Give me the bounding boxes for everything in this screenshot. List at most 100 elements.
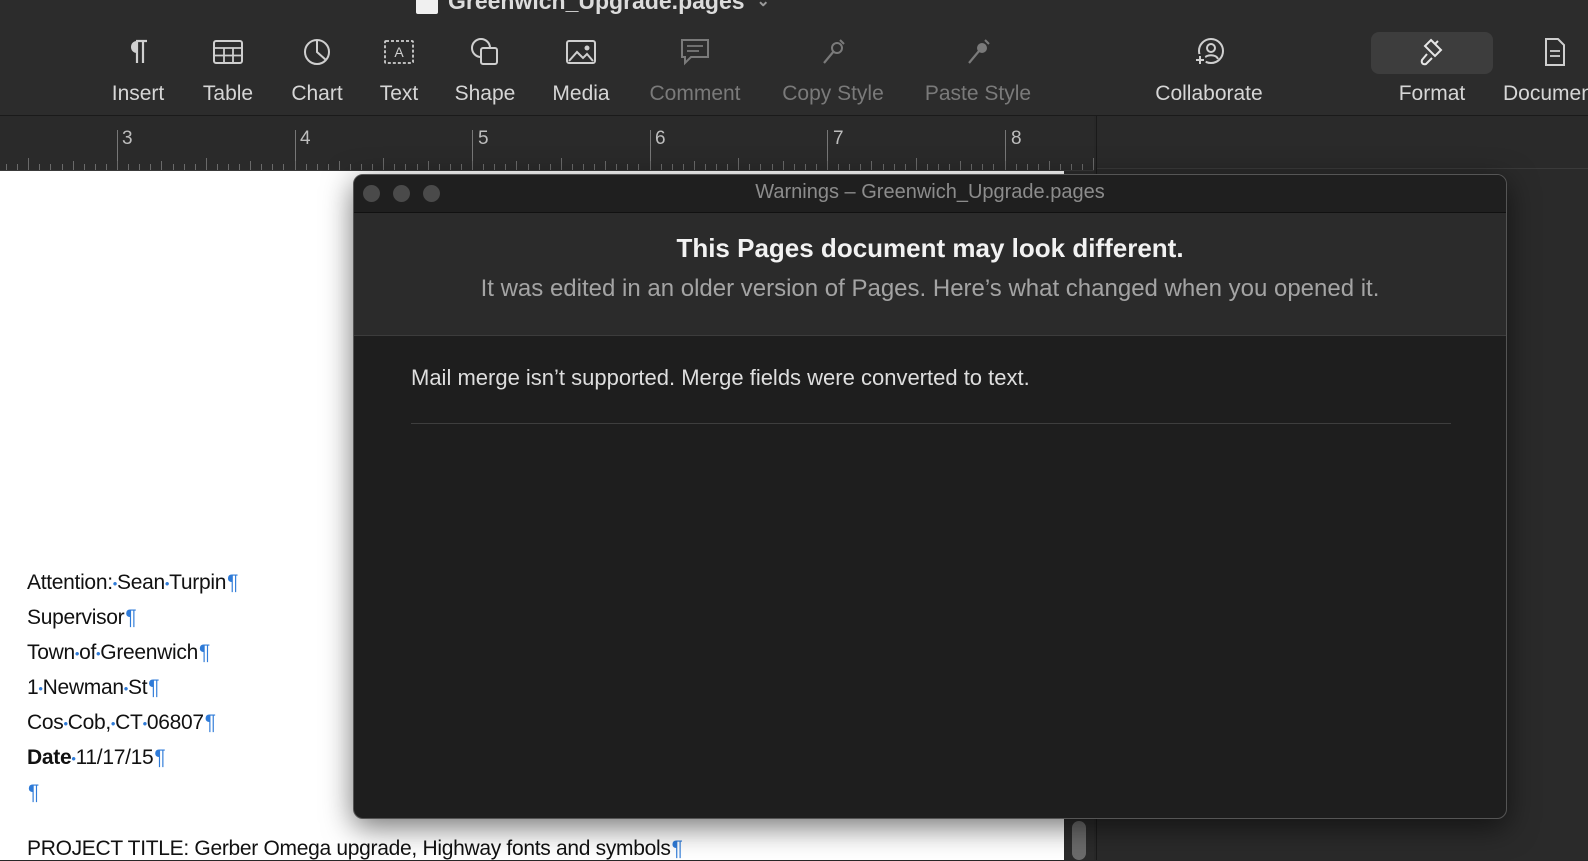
photo-icon (565, 30, 597, 74)
ruler-tick (6, 164, 8, 170)
ruler-tick (205, 158, 207, 170)
ruler-tick (693, 161, 695, 170)
ruler-tick (749, 164, 751, 170)
ruler-tick (993, 164, 995, 170)
ruler-tick (505, 164, 507, 170)
ruler-tick (372, 164, 374, 170)
ruler-tick (1015, 164, 1017, 170)
ruler-tick (1060, 164, 1061, 170)
paintbrush-icon (1417, 30, 1447, 74)
ruler-tick (771, 164, 773, 170)
ruler-tick (605, 161, 607, 170)
ruler-tick (926, 164, 928, 170)
organization-line[interactable]: Town•of•Greenwich¶ (27, 641, 210, 665)
document-title[interactable]: Greenwich_Upgrade.pages ⌄ (416, 0, 770, 16)
ruler-tick (960, 161, 962, 170)
chart-icon (302, 30, 332, 74)
paste-style-button[interactable]: Paste Style (916, 30, 1040, 114)
city-line[interactable]: Cos•Cob,•CT•06807¶ (27, 711, 216, 735)
ruler-tick (61, 164, 63, 170)
ruler-tick (50, 164, 52, 170)
ruler-tick (17, 164, 19, 170)
ruler-tick (394, 164, 396, 170)
ruler-tick (1093, 158, 1094, 170)
ruler-tick (538, 164, 540, 170)
ruler-tick (283, 164, 285, 170)
ruler-tick (871, 161, 873, 170)
scrollbar-thumb[interactable] (1072, 821, 1086, 860)
ruler-tick (350, 164, 351, 170)
format-button[interactable]: Format (1371, 30, 1493, 114)
ruler-tick (383, 158, 385, 170)
collaborate-button[interactable]: Collaborate (1146, 30, 1272, 114)
chevron-down-icon[interactable]: ⌄ (757, 0, 770, 11)
ruler-tick (937, 164, 939, 170)
ruler-tick (1082, 164, 1084, 170)
ruler-tick (705, 164, 706, 170)
chart-button[interactable]: Chart (282, 30, 352, 114)
ruler-tick (682, 164, 684, 170)
pilcrow-mark: ¶ (148, 676, 160, 699)
warnings-list: Mail merge isn’t supported. Merge fields… (411, 365, 1451, 424)
ruler-tick (72, 161, 74, 170)
project-title-line[interactable]: PROJECT TITLE: Gerber Omega upgrade, Hig… (27, 837, 683, 861)
ruler-tick (815, 164, 817, 170)
ruler-tick (616, 164, 618, 170)
attention-line[interactable]: Attention:•Sean•Turpin¶ (27, 571, 238, 595)
pilcrow-mark: ¶ (227, 571, 239, 594)
horizontal-ruler[interactable]: 3 4 5 6 7 8 (0, 116, 1094, 171)
pilcrow-mark: ¶ (204, 711, 216, 734)
ruler-tick (1071, 164, 1073, 170)
ruler-tick (28, 158, 30, 170)
ruler-tick (627, 164, 629, 170)
ruler-tick (638, 164, 640, 170)
ruler-tick (250, 161, 252, 170)
document-button[interactable]: Document (1500, 30, 1588, 114)
ruler-tick (39, 164, 41, 170)
ruler-tick (527, 164, 529, 170)
address-line[interactable]: 1•Newman•St¶ (27, 676, 160, 700)
warnings-header: This Pages document may look different. … (354, 213, 1506, 336)
document-title-text: Greenwich_Upgrade.pages (448, 0, 745, 14)
comment-button[interactable]: Comment (640, 30, 750, 114)
ruler-tick (838, 164, 840, 170)
insert-button[interactable]: Insert (103, 30, 173, 114)
ruler-tick (161, 161, 163, 170)
table-button[interactable]: Table (193, 30, 263, 114)
media-button[interactable]: Media (546, 30, 616, 114)
pilcrow-icon (125, 30, 151, 74)
paste-style-icon (963, 30, 993, 74)
ruler-tick (105, 164, 107, 170)
text-button[interactable]: A Text (368, 30, 430, 114)
date-line[interactable]: Date•11/17/15¶ (27, 746, 166, 770)
ruler-tick (294, 161, 296, 170)
ruler-tick (405, 164, 407, 170)
ruler-tick (438, 164, 440, 170)
ruler-tick (139, 164, 141, 170)
ruler-tick (782, 161, 784, 170)
ruler-tick (827, 161, 828, 170)
ruler-tick (117, 161, 118, 170)
shape-button[interactable]: Shape (450, 30, 520, 114)
pilcrow-mark: ¶ (198, 641, 210, 664)
warnings-titlebar[interactable]: Warnings – Greenwich_Upgrade.pages (354, 175, 1506, 213)
ruler-tick (549, 164, 551, 170)
collaborate-icon (1192, 30, 1226, 74)
ruler-tick (660, 164, 662, 170)
ruler-tick (460, 164, 462, 170)
warning-item: Mail merge isn’t supported. Merge fields… (411, 365, 1451, 424)
shape-icon (469, 30, 501, 74)
ruler-tick (804, 164, 806, 170)
table-icon (212, 30, 244, 74)
ruler-tick (272, 164, 274, 170)
pilcrow-mark: ¶ (28, 781, 39, 804)
ruler-tick (738, 158, 740, 170)
ruler-tick (305, 164, 307, 170)
empty-line[interactable]: ¶ (27, 781, 39, 805)
ruler-number: 5 (478, 128, 489, 149)
ruler-tick (516, 161, 518, 170)
copy-style-button[interactable]: Copy Style (774, 30, 892, 114)
ruler-number: 3 (122, 128, 133, 149)
supervisor-line[interactable]: Supervisor¶ (27, 606, 137, 630)
ruler-tick (183, 164, 185, 170)
